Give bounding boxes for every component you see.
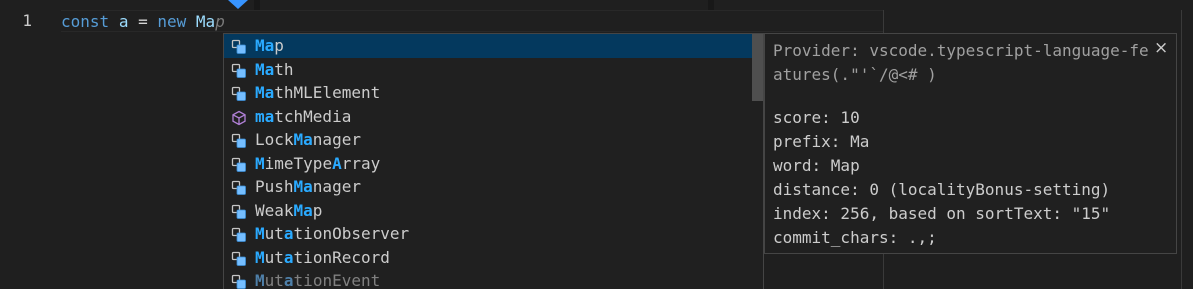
match-highlight: a <box>283 247 294 267</box>
label-text: p <box>274 36 284 55</box>
label-text: th <box>274 59 294 79</box>
label-text: nager <box>312 130 361 149</box>
class-icon <box>231 273 247 289</box>
match-highlight: Ma <box>293 130 313 149</box>
label-text: p <box>312 200 323 220</box>
typed-identifier: Ma <box>195 12 216 31</box>
label-text: Push <box>255 177 294 196</box>
label-text: tchMedia <box>274 106 352 126</box>
suggest-scrollbar[interactable] <box>752 34 763 289</box>
suggest-item[interactable]: PushManager <box>224 175 752 199</box>
code-line[interactable]: const a = new Map <box>61 10 883 32</box>
suggest-item[interactable]: MimeTypeArray <box>224 152 752 176</box>
suggest-item[interactable]: matchMedia <box>224 105 752 129</box>
label-text: ut <box>264 271 284 289</box>
tab-segment <box>260 0 708 10</box>
details-index: index: 256, based on sortText: "15" <box>773 204 1111 223</box>
line-number: 1 <box>22 11 32 30</box>
match-highlight: Ma <box>255 59 275 79</box>
variable-name: a <box>118 12 129 31</box>
suggest-scrollbar-thumb[interactable] <box>752 34 763 101</box>
suggest-item-label: MutationEvent <box>255 269 380 289</box>
suggest-item-label: PushManager <box>255 175 361 199</box>
class-icon <box>231 226 247 242</box>
details-commit-chars: commit_chars: .,; <box>773 228 937 247</box>
details-score: score: 10 <box>773 108 860 127</box>
suggest-item[interactable]: Math <box>224 58 752 82</box>
match-highlight: M <box>255 247 265 267</box>
suggest-item-label: MutationObserver <box>255 222 409 246</box>
suggest-item-label: LockManager <box>255 128 361 152</box>
match-highlight: M <box>255 153 265 173</box>
suggest-item-label: MutationRecord <box>255 246 390 270</box>
keyword-const: const <box>61 12 110 31</box>
label-text: tionRecord <box>293 247 390 267</box>
editor-ruler <box>1181 10 1182 289</box>
label-text: rray <box>341 153 381 173</box>
suggest-item[interactable]: LockManager <box>224 128 752 152</box>
label-text: ut <box>264 224 284 243</box>
class-icon <box>231 85 247 101</box>
suggest-item-label: MimeTypeArray <box>255 152 380 176</box>
tab-segment <box>714 0 1193 10</box>
details-distance: distance: 0 (localityBonus-setting) <box>773 180 1111 199</box>
label-text: Lock <box>255 130 294 149</box>
suggest-item-label: MathMLElement <box>255 81 380 105</box>
match-highlight: Ma <box>293 200 313 220</box>
tab-segment <box>0 0 254 10</box>
class-icon <box>231 179 247 195</box>
suggest-item[interactable]: MutationRecord <box>224 246 752 270</box>
class-icon <box>231 62 247 78</box>
label-text: Weak <box>255 200 294 220</box>
suggest-item-label: Math <box>255 58 294 82</box>
match-highlight: a <box>283 224 294 243</box>
class-icon <box>231 38 247 54</box>
match-highlight: a <box>283 271 294 289</box>
match-highlight: Ma <box>255 83 275 102</box>
suggest-item-label: WeakMap <box>255 199 322 223</box>
details-prefix: prefix: Ma <box>773 132 870 151</box>
close-icon[interactable]: × <box>1154 38 1168 58</box>
match-highlight: Ma <box>293 177 313 196</box>
editor-tab-strip <box>0 0 1193 10</box>
suggest-anchor-pointer <box>228 0 248 9</box>
match-highlight: M <box>255 224 265 243</box>
match-highlight: A <box>332 153 342 173</box>
label-text: thMLElement <box>274 83 381 102</box>
match-highlight: M <box>255 271 265 289</box>
suggest-item[interactable]: MutationEvent <box>224 269 752 289</box>
keyword-new: new <box>157 12 187 31</box>
suggest-widget[interactable]: MutationEvent MutationRecord MutationObser… <box>223 33 764 289</box>
class-icon <box>231 156 247 172</box>
class-icon <box>231 203 247 219</box>
match-highlight: Ma <box>255 36 275 55</box>
label-text: tionEvent <box>293 271 381 289</box>
method-icon <box>231 109 247 125</box>
ghost-text: p <box>215 12 225 31</box>
class-icon <box>231 250 247 266</box>
suggest-details-panel: Provider: vscode.typescript-language-fea… <box>764 33 1177 254</box>
label-text: ut <box>264 247 284 267</box>
suggest-item[interactable]: Map <box>224 34 752 58</box>
class-icon <box>231 132 247 148</box>
label-text: nager <box>312 177 361 196</box>
suggest-item[interactable]: WeakMap <box>224 199 752 223</box>
suggest-item-label: Map <box>255 34 284 58</box>
suggest-item-label: matchMedia <box>255 105 351 129</box>
details-word: word: Map <box>773 156 860 175</box>
details-provider: Provider: vscode.typescript-language-fea… <box>773 41 1149 84</box>
suggest-item[interactable]: MutationObserver <box>224 222 752 246</box>
match-highlight: ma <box>255 106 275 126</box>
label-text: tionObserver <box>293 224 410 243</box>
assignment-operator: = <box>138 12 148 31</box>
suggest-item[interactable]: MathMLElement <box>224 81 752 105</box>
label-text: imeType <box>264 153 333 173</box>
